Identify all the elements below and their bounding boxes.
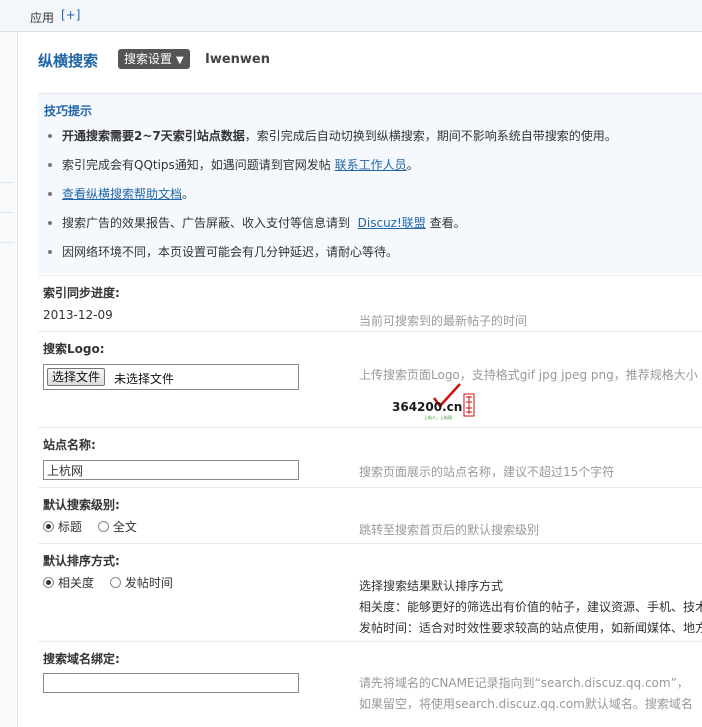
logo-label: 搜索Logo: [43, 342, 105, 356]
logo-file-input[interactable]: 选择文件 未选择文件 [43, 364, 299, 390]
logo-desc: 上传搜索页面Logo，支持格式gif jpg jpeg png，推荐规格大小 [359, 368, 698, 382]
tip-text: 索引完成会有QQtips通知，如遇问题请到官网发帖 [62, 158, 331, 172]
sync-value: 2013-12-09 [43, 308, 113, 322]
discuz-union-link[interactable]: Discuz!联盟 [358, 216, 426, 230]
title-row: 纵横搜索 搜索设置 ▼ Iwenwen [38, 49, 678, 71]
topbar-add-link[interactable]: [+] [61, 8, 80, 22]
choose-file-button[interactable]: 选择文件 [47, 368, 106, 386]
tips-title: 技巧提示 [44, 104, 93, 118]
level-section: 默认搜索级别: 标题 全文 跳转至搜索首页后的默认搜索级别 [38, 487, 702, 543]
domain-input[interactable] [43, 673, 299, 693]
tip-text: 。 [406, 158, 419, 172]
radio-button[interactable] [43, 577, 54, 588]
option-label: 全文 [112, 520, 137, 534]
file-status: 未选择文件 [114, 372, 175, 386]
sitename-label: 站点名称: [43, 438, 96, 452]
sitename-section: 站点名称: 搜索页面展示的站点名称，建议不超过15个字符 [38, 427, 702, 487]
tip-text: 查看。 [429, 216, 466, 230]
radio-button[interactable] [97, 521, 109, 532]
sync-desc: 当前可搜索到的最新帖子的时间 [359, 314, 528, 328]
search-settings-menu-button[interactable]: 搜索设置 ▼ [118, 49, 190, 69]
tip-text: ，索引完成后自动切换到纵横搜索，期间不影响系统自带搜索的使用。 [244, 129, 617, 143]
tip-text: 搜索广告的效果报告、广告屏蔽、收入支付等信息请到 [62, 216, 351, 230]
sort-label: 默认排序方式: [43, 554, 120, 568]
level-option-title[interactable]: 标题 [43, 520, 82, 534]
tip-item: 索引完成会有QQtips通知，如遇问题请到官网发帖 联系工作人员。 [46, 158, 702, 187]
radio-button[interactable] [43, 521, 54, 532]
left-rail [0, 32, 18, 727]
domain-desc-1: 请先将域名的CNAME记录指向到“search.discuz.qq.com”， [359, 676, 689, 690]
domain-label: 搜索域名绑定: [43, 652, 120, 666]
contact-staff-link[interactable]: 联系工作人员 [335, 158, 407, 172]
logo-preview-image: 364200.cn 上杭人，上杭网 [392, 383, 475, 420]
level-desc: 跳转至搜索首页后的默认搜索级别 [359, 523, 540, 537]
tip-item: 查看纵横搜索帮助文档。 [46, 187, 702, 216]
tip-item: 搜索广告的效果报告、广告屏蔽、收入支付等信息请到 Discuz!联盟 查看。 [46, 216, 702, 245]
level-label: 默认搜索级别: [43, 498, 120, 512]
radio-button[interactable] [109, 577, 121, 588]
sort-option-time[interactable]: 发帖时间 [109, 576, 173, 590]
sitename-desc: 搜索页面展示的站点名称，建议不超过15个字符 [359, 465, 615, 479]
level-radio-group: 标题 全文 [43, 518, 149, 535]
page-title: 纵横搜索 [38, 52, 99, 70]
logo-section: 搜索Logo: 选择文件 未选择文件 上传搜索页面Logo，支持格式gif jp… [38, 331, 702, 427]
menu-button-label: 搜索设置 [124, 52, 173, 66]
sort-radio-group: 相关度 发帖时间 [43, 574, 185, 591]
chevron-down-icon: ▼ [176, 55, 184, 66]
main-panel: 纵横搜索 搜索设置 ▼ Iwenwen 技巧提示 开通搜索需要2~7天索引站点数据… [20, 33, 702, 727]
sort-desc-relevance: 相关度：能够更好的筛选出有价值的帖子，建议资源、手机、技术 [359, 600, 702, 614]
topbar-app-label: 应用 [30, 11, 55, 25]
option-label: 发帖时间 [124, 576, 173, 590]
sync-label: 索引同步进度: [43, 286, 120, 300]
tip-bold-text: 开通搜索需要2~7天索引站点数据 [62, 129, 245, 143]
option-label: 相关度 [58, 576, 95, 590]
sort-section: 默认排序方式: 相关度 发帖时间 选择搜索结果默认排序方式 相关度：能够更好的筛… [38, 543, 702, 641]
tip-text: 。 [182, 187, 195, 201]
logo-preview-text: 364200.cn [392, 400, 462, 414]
tip-item: 因网络环境不同，本页设置可能会有几分钟延迟，请耐心等待。 [46, 245, 702, 274]
sync-section: 索引同步进度: 2013-12-09 当前可搜索到的最新帖子的时间 [38, 275, 702, 331]
domain-section: 搜索域名绑定: 请先将域名的CNAME记录指向到“search.discuz.q… [38, 641, 702, 727]
help-doc-link[interactable]: 查看纵横搜索帮助文档 [62, 187, 182, 201]
top-bar: 应用 [+] [0, 0, 702, 32]
logo-preview-subtext: 上杭人，上杭网 [424, 414, 452, 420]
sitename-input[interactable] [43, 460, 299, 480]
domain-desc-2: 如果留空，将使用search.discuz.qq.com默认域名。搜索域名 [359, 697, 693, 711]
tips-box: 技巧提示 开通搜索需要2~7天索引站点数据，索引完成后自动切换到纵横搜索，期间不… [38, 93, 702, 273]
sort-desc-title: 选择搜索结果默认排序方式 [359, 579, 504, 593]
option-label: 标题 [58, 520, 83, 534]
sort-option-relevance[interactable]: 相关度 [43, 576, 94, 590]
tips-list: 开通搜索需要2~7天索引站点数据，索引完成后自动切换到纵横搜索，期间不影响系统自… [46, 129, 702, 274]
sort-desc-time: 发帖时间：适合对时效性要求较高的站点使用，如新闻媒体、地方 [359, 621, 702, 635]
username: Iwenwen [205, 52, 270, 67]
tip-text: 因网络环境不同，本页设置可能会有几分钟延迟，请耐心等待。 [62, 245, 399, 259]
tip-item: 开通搜索需要2~7天索引站点数据，索引完成后自动切换到纵横搜索，期间不影响系统自… [46, 129, 702, 158]
level-option-fulltext[interactable]: 全文 [97, 520, 137, 534]
